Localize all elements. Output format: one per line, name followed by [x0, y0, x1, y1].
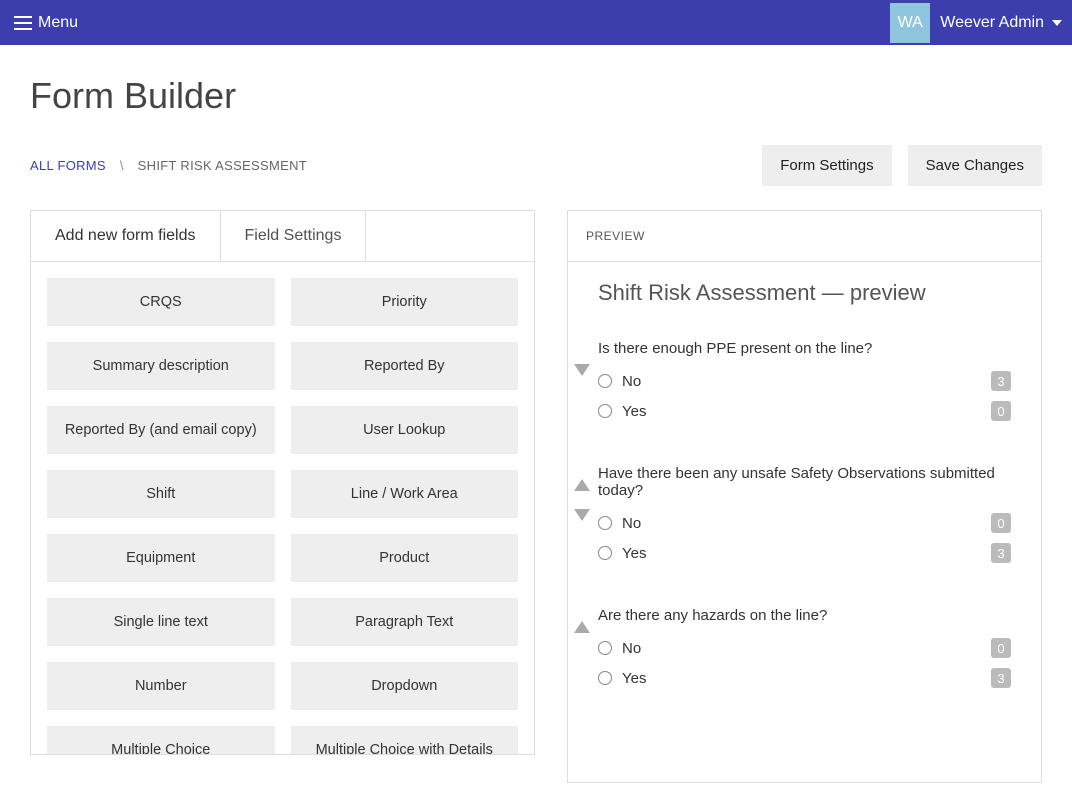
caret-down-icon	[1052, 20, 1062, 26]
breadcrumb-root[interactable]: ALL FORMS	[30, 158, 106, 173]
tab-add-fields[interactable]: Add new form fields	[31, 211, 221, 261]
page-title: Form Builder	[30, 75, 1042, 117]
radio-icon[interactable]	[598, 671, 612, 685]
field-tile[interactable]: Dropdown	[291, 662, 519, 710]
preview-header: PREVIEW	[568, 211, 1041, 262]
left-panel: Add new form fields Field Settings CRQS P…	[30, 210, 535, 755]
preview-question[interactable]: Are there any hazards on the line?No0Yes…	[598, 607, 1011, 688]
score-badge: 0	[991, 638, 1011, 658]
radio-icon[interactable]	[598, 641, 612, 655]
user-menu[interactable]: Weever Admin	[940, 14, 1062, 32]
option-row[interactable]: No3	[598, 371, 1011, 391]
option-label: Yes	[622, 403, 991, 420]
user-name: Weever Admin	[940, 14, 1044, 32]
score-badge: 0	[991, 401, 1011, 421]
question-text: Have there been any unsafe Safety Observ…	[598, 465, 1011, 499]
topbar: Menu WA Weever Admin	[0, 0, 1072, 45]
move-up-icon[interactable]	[574, 479, 590, 491]
menu-button[interactable]: Menu	[14, 14, 78, 32]
field-tile[interactable]: Priority	[291, 278, 519, 326]
question-text: Is there enough PPE present on the line?	[598, 340, 1011, 357]
score-badge: 3	[991, 668, 1011, 688]
option-label: No	[622, 373, 991, 390]
option-row[interactable]: No0	[598, 638, 1011, 658]
preview-question[interactable]: Have there been any unsafe Safety Observ…	[598, 465, 1011, 563]
field-tile[interactable]: Paragraph Text	[291, 598, 519, 646]
question-text: Are there any hazards on the line?	[598, 607, 1011, 624]
option-label: No	[622, 515, 991, 532]
field-tile[interactable]: User Lookup	[291, 406, 519, 454]
hamburger-icon	[14, 16, 32, 30]
field-tile[interactable]: Equipment	[47, 534, 275, 582]
menu-label: Menu	[38, 14, 78, 32]
meta-row: ALL FORMS \ SHIFT RISK ASSESSMENT Form S…	[30, 145, 1042, 186]
option-label: Yes	[622, 670, 991, 687]
preview-question[interactable]: Is there enough PPE present on the line?…	[598, 340, 1011, 421]
move-down-icon[interactable]	[574, 509, 590, 521]
preview-panel: PREVIEW Shift Risk Assessment — preview …	[567, 210, 1042, 783]
field-tile[interactable]: Single line text	[47, 598, 275, 646]
field-tile[interactable]: Product	[291, 534, 519, 582]
preview-title: Shift Risk Assessment — preview	[598, 280, 1011, 306]
option-label: Yes	[622, 545, 991, 562]
option-label: No	[622, 640, 991, 657]
field-tile[interactable]: Line / Work Area	[291, 470, 519, 518]
score-badge: 0	[991, 513, 1011, 533]
score-badge: 3	[991, 543, 1011, 563]
field-tile[interactable]: CRQS	[47, 278, 275, 326]
field-tile[interactable]: Reported By	[291, 342, 519, 390]
tabs: Add new form fields Field Settings	[31, 211, 534, 262]
avatar[interactable]: WA	[890, 3, 930, 43]
option-row[interactable]: No0	[598, 513, 1011, 533]
option-row[interactable]: Yes0	[598, 401, 1011, 421]
radio-icon[interactable]	[598, 516, 612, 530]
radio-icon[interactable]	[598, 374, 612, 388]
field-tile[interactable]: Summary description	[47, 342, 275, 390]
field-tile[interactable]: Reported By (and email copy)	[47, 406, 275, 454]
field-tile[interactable]: Number	[47, 662, 275, 710]
field-tile[interactable]: Shift	[47, 470, 275, 518]
radio-icon[interactable]	[598, 404, 612, 418]
option-row[interactable]: Yes3	[598, 543, 1011, 563]
move-up-icon[interactable]	[574, 621, 590, 633]
breadcrumb-current: SHIFT RISK ASSESSMENT	[138, 158, 307, 173]
radio-icon[interactable]	[598, 546, 612, 560]
tab-field-settings[interactable]: Field Settings	[221, 211, 367, 261]
breadcrumb-sep: \	[120, 158, 124, 173]
breadcrumb: ALL FORMS \ SHIFT RISK ASSESSMENT	[30, 158, 307, 173]
fields-grid: CRQS Priority Summary description Reported …	[31, 262, 534, 754]
form-settings-button[interactable]: Form Settings	[762, 145, 891, 186]
move-down-icon[interactable]	[574, 364, 590, 376]
score-badge: 3	[991, 371, 1011, 391]
save-changes-button[interactable]: Save Changes	[908, 145, 1042, 186]
field-tile[interactable]: Multiple Choice	[47, 726, 275, 754]
preview-body: Shift Risk Assessment — preview Is there…	[568, 262, 1041, 782]
option-row[interactable]: Yes3	[598, 668, 1011, 688]
field-tile[interactable]: Multiple Choice with Details	[291, 726, 519, 754]
